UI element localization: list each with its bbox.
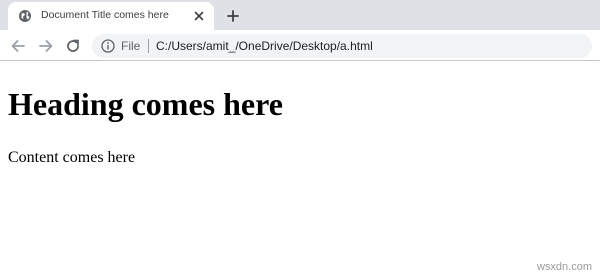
reload-icon[interactable] — [63, 36, 83, 56]
browser-toolbar: File C:/Users/amit_/OneDrive/Desktop/a.h… — [0, 30, 600, 61]
omnibox-divider — [148, 39, 149, 53]
close-icon[interactable] — [190, 7, 208, 25]
page-paragraph: Content comes here — [8, 149, 136, 166]
arrow-right-icon[interactable] — [36, 36, 56, 56]
watermark: wsxdn.com — [536, 261, 592, 273]
page-viewport: Heading comes here Content comes here ws… — [0, 62, 600, 279]
tab-strip: Document Title comes here — [0, 0, 600, 30]
arrow-left-icon[interactable] — [8, 36, 28, 56]
globe-icon — [18, 9, 32, 23]
page-heading: Heading comes here — [8, 86, 283, 122]
url-text[interactable]: C:/Users/amit_/OneDrive/Desktop/a.html — [156, 39, 373, 53]
tab-title: Document Title comes here — [41, 9, 169, 21]
tab-active[interactable]: Document Title comes here — [8, 2, 214, 30]
address-bar[interactable]: File C:/Users/amit_/OneDrive/Desktop/a.h… — [92, 34, 592, 58]
plus-icon[interactable] — [222, 5, 244, 27]
info-icon[interactable] — [101, 39, 115, 53]
scheme-label: File — [121, 39, 141, 53]
